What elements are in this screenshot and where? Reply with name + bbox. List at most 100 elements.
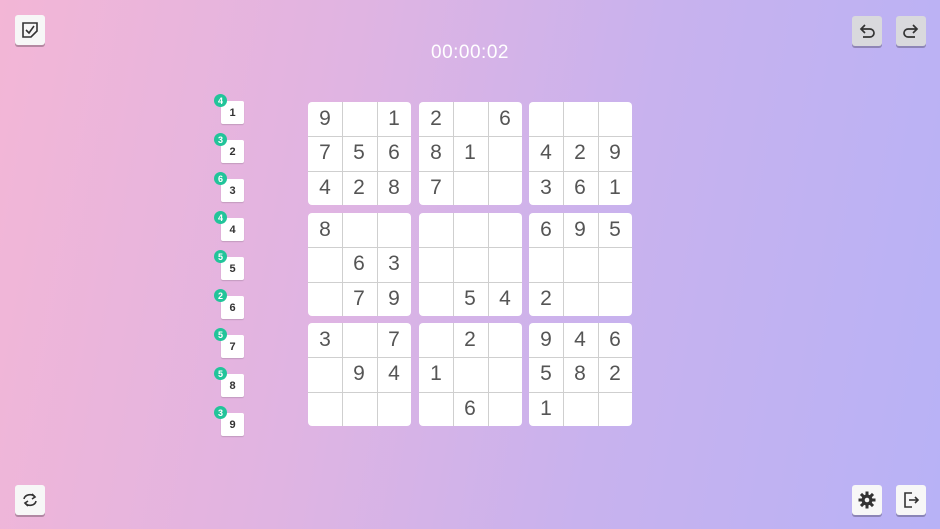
sudoku-cell[interactable]: 9 — [342, 357, 376, 391]
sudoku-cell[interactable] — [308, 282, 342, 316]
sudoku-cell[interactable]: 4 — [377, 357, 411, 391]
remaining-count-badge: 3 — [214, 406, 227, 419]
sudoku-cell[interactable]: 3 — [529, 171, 563, 205]
undo-button[interactable] — [852, 16, 882, 46]
sudoku-cell[interactable]: 8 — [377, 171, 411, 205]
sudoku-cell[interactable] — [488, 323, 522, 357]
settings-button[interactable] — [852, 485, 882, 515]
sudoku-cell[interactable]: 8 — [419, 136, 453, 170]
sudoku-cell[interactable]: 6 — [529, 213, 563, 247]
sudoku-cell[interactable]: 9 — [308, 102, 342, 136]
sudoku-cell[interactable]: 4 — [529, 136, 563, 170]
sudoku-cell[interactable] — [488, 213, 522, 247]
sudoku-cell[interactable] — [342, 323, 376, 357]
sudoku-cell[interactable] — [488, 247, 522, 281]
sudoku-cell[interactable]: 2 — [419, 102, 453, 136]
restart-button[interactable] — [15, 485, 45, 515]
sudoku-cell[interactable] — [563, 392, 597, 426]
sudoku-cell[interactable]: 2 — [598, 357, 632, 391]
sudoku-cell[interactable] — [529, 102, 563, 136]
sudoku-cell[interactable]: 5 — [453, 282, 487, 316]
sudoku-cell[interactable]: 1 — [529, 392, 563, 426]
sudoku-cell[interactable] — [563, 102, 597, 136]
sudoku-cell[interactable] — [488, 392, 522, 426]
remaining-count-badge: 3 — [214, 133, 227, 146]
sudoku-cell[interactable]: 2 — [563, 136, 597, 170]
sudoku-cell[interactable] — [529, 247, 563, 281]
number-tile-6[interactable]: 26 — [214, 289, 244, 319]
sudoku-cell[interactable] — [453, 357, 487, 391]
sudoku-cell[interactable] — [342, 392, 376, 426]
sudoku-cell[interactable] — [419, 323, 453, 357]
sudoku-cell[interactable] — [308, 392, 342, 426]
sudoku-cell[interactable]: 5 — [598, 213, 632, 247]
sudoku-cell[interactable]: 1 — [598, 171, 632, 205]
sudoku-cell[interactable] — [563, 282, 597, 316]
sudoku-cell[interactable] — [488, 136, 522, 170]
number-tile-8[interactable]: 58 — [214, 367, 244, 397]
sudoku-cell[interactable]: 6 — [342, 247, 376, 281]
sudoku-cell[interactable]: 1 — [377, 102, 411, 136]
number-tile-4[interactable]: 44 — [214, 211, 244, 241]
sudoku-cell[interactable] — [488, 171, 522, 205]
sudoku-cell[interactable] — [308, 357, 342, 391]
sudoku-cell[interactable]: 5 — [342, 136, 376, 170]
sudoku-cell[interactable]: 9 — [529, 323, 563, 357]
sudoku-cell[interactable]: 6 — [488, 102, 522, 136]
sudoku-cell[interactable] — [453, 102, 487, 136]
sudoku-cell[interactable]: 7 — [308, 136, 342, 170]
sudoku-cell[interactable] — [488, 357, 522, 391]
checklist-button[interactable] — [15, 15, 45, 45]
sudoku-cell[interactable]: 6 — [377, 136, 411, 170]
sudoku-cell[interactable]: 1 — [419, 357, 453, 391]
number-tile-label: 5 — [229, 262, 236, 275]
sudoku-cell[interactable]: 1 — [453, 136, 487, 170]
sudoku-cell[interactable] — [342, 213, 376, 247]
sudoku-cell[interactable] — [598, 247, 632, 281]
sudoku-cell[interactable]: 5 — [529, 357, 563, 391]
sudoku-cell[interactable]: 6 — [453, 392, 487, 426]
sudoku-cell[interactable]: 4 — [488, 282, 522, 316]
sudoku-cell[interactable] — [419, 213, 453, 247]
sudoku-cell[interactable]: 7 — [419, 171, 453, 205]
sudoku-cell[interactable]: 2 — [453, 323, 487, 357]
number-tile-1[interactable]: 41 — [214, 94, 244, 124]
sudoku-cell[interactable] — [598, 392, 632, 426]
sudoku-cell[interactable]: 7 — [342, 282, 376, 316]
sudoku-cell[interactable]: 6 — [598, 323, 632, 357]
number-tile-5[interactable]: 55 — [214, 250, 244, 280]
sudoku-cell[interactable]: 3 — [308, 323, 342, 357]
sudoku-cell[interactable]: 4 — [308, 171, 342, 205]
sudoku-cell[interactable] — [419, 282, 453, 316]
sudoku-cell[interactable] — [419, 247, 453, 281]
sudoku-cell[interactable] — [419, 392, 453, 426]
sudoku-cell[interactable]: 4 — [563, 323, 597, 357]
sudoku-cell[interactable] — [453, 247, 487, 281]
number-tile-7[interactable]: 57 — [214, 328, 244, 358]
sudoku-cell[interactable] — [342, 102, 376, 136]
number-tile-9[interactable]: 39 — [214, 406, 244, 436]
sudoku-cell[interactable]: 9 — [563, 213, 597, 247]
sudoku-cell[interactable] — [453, 171, 487, 205]
sudoku-cell[interactable] — [453, 213, 487, 247]
sudoku-cell[interactable] — [563, 247, 597, 281]
sudoku-cell[interactable] — [598, 282, 632, 316]
sudoku-cell[interactable]: 6 — [563, 171, 597, 205]
sudoku-cell[interactable]: 2 — [342, 171, 376, 205]
redo-button[interactable] — [896, 16, 926, 46]
sudoku-cell[interactable]: 9 — [598, 136, 632, 170]
sudoku-cell[interactable]: 8 — [563, 357, 597, 391]
sudoku-cell[interactable]: 8 — [308, 213, 342, 247]
sudoku-cell[interactable] — [308, 247, 342, 281]
sudoku-cell[interactable]: 2 — [529, 282, 563, 316]
sudoku-cell[interactable] — [598, 102, 632, 136]
sudoku-cell[interactable] — [377, 392, 411, 426]
number-tile-3[interactable]: 63 — [214, 172, 244, 202]
sudoku-cell[interactable]: 7 — [377, 323, 411, 357]
sudoku-cell[interactable]: 3 — [377, 247, 411, 281]
number-tile-2[interactable]: 32 — [214, 133, 244, 163]
sudoku-cell[interactable]: 9 — [377, 282, 411, 316]
exit-button[interactable] — [896, 485, 926, 515]
sudoku-cell[interactable] — [377, 213, 411, 247]
number-tile-label: 8 — [229, 379, 236, 392]
